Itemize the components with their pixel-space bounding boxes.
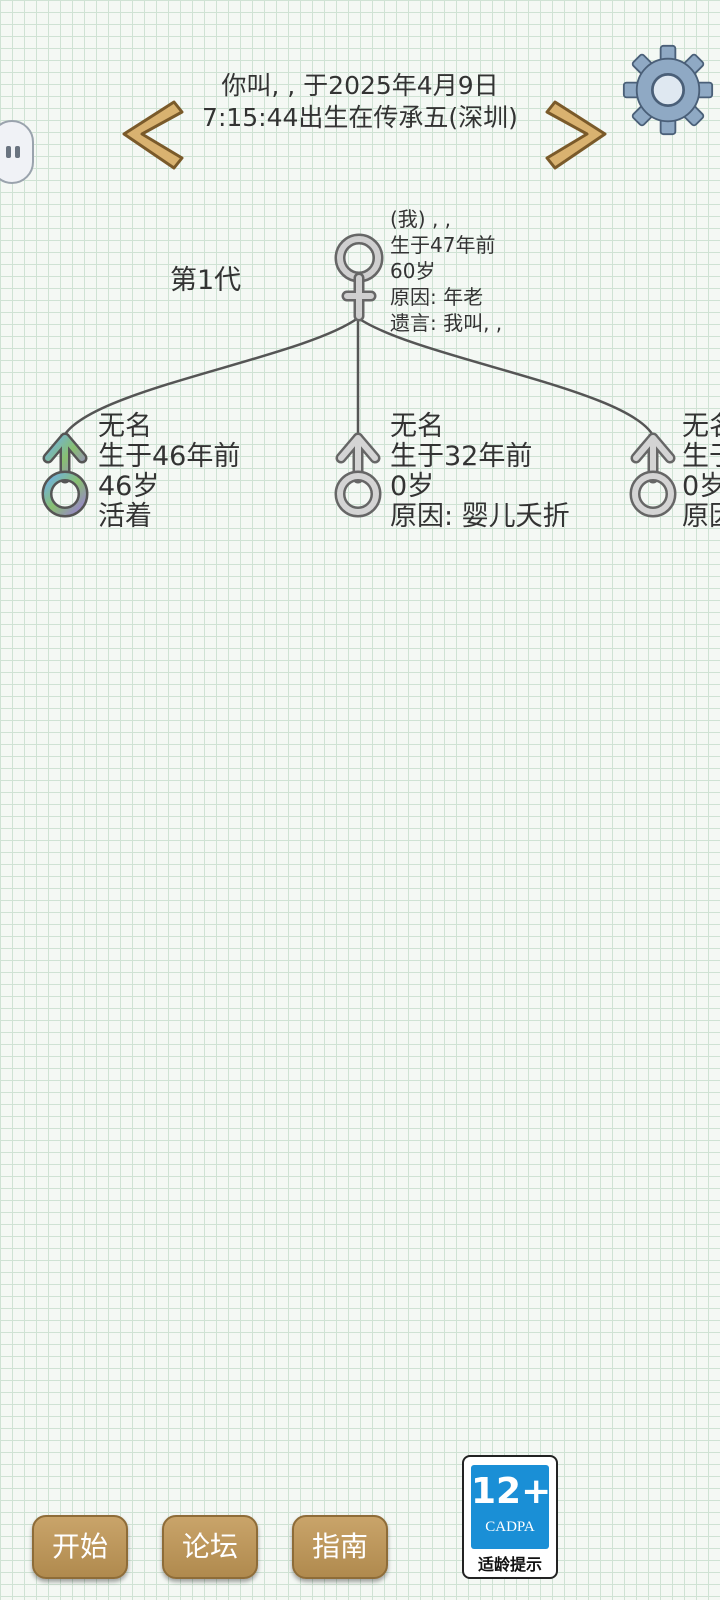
child-status: 活着 xyxy=(98,501,152,532)
birth-info-line1: 你叫, , 于2025年4月9日 xyxy=(221,71,499,100)
start-button[interactable]: 开始 xyxy=(32,1515,128,1579)
child-name: 无名 xyxy=(390,411,444,442)
forum-button[interactable]: 论坛 xyxy=(162,1515,258,1579)
birth-info-line2: 7:15:44出生在传承五(深圳) xyxy=(202,103,518,132)
child-age: 0岁 xyxy=(390,471,435,502)
child-born: 生于 xyxy=(682,441,720,472)
guide-button[interactable]: 指南 xyxy=(292,1515,388,1579)
root-info: (我) , , 生于47年前 60岁 原因: 年老 遗言: 我叫, , xyxy=(390,206,502,336)
root-born: 生于47年前 xyxy=(390,233,496,257)
root-last-words: 遗言: 我叫, , xyxy=(390,311,503,335)
age-rating-panel: 12+ CADPA xyxy=(471,1465,552,1549)
male-symbol-icon[interactable] xyxy=(36,432,94,524)
child-age: 0岁 xyxy=(682,471,720,502)
child-info: 无名 生于46年前 46岁 活着 xyxy=(98,412,240,532)
age-rating-tip: 适龄提示 xyxy=(477,1555,542,1574)
male-symbol-icon[interactable] xyxy=(329,432,387,524)
child-name: 无名 xyxy=(98,411,152,442)
male-symbol-icon[interactable] xyxy=(624,432,682,524)
child-age: 46岁 xyxy=(98,471,160,502)
age-rating-badge[interactable]: 12+ CADPA 适龄提示 xyxy=(462,1455,558,1579)
root-cause: 原因: 年老 xyxy=(390,285,484,309)
child-name: 无名 xyxy=(682,412,720,442)
age-rating-org: CADPA xyxy=(485,1519,535,1535)
birth-info: 你叫, , 于2025年4月9日 7:15:44出生在传承五(深圳) xyxy=(150,70,570,134)
pause-icon[interactable] xyxy=(0,120,34,184)
child-born: 生于46年前 xyxy=(98,441,241,472)
female-symbol-icon[interactable] xyxy=(330,230,388,322)
root-age: 60岁 xyxy=(390,259,436,283)
child-info: 无名 生于32年前 0岁 原因: 婴儿夭折 xyxy=(390,412,570,532)
child-status: 原因: xyxy=(682,501,720,532)
root-name: (我) , , xyxy=(390,207,452,231)
chevron-right-icon[interactable] xyxy=(533,98,613,178)
child-status: 原因: 婴儿夭折 xyxy=(390,501,570,532)
gear-icon[interactable] xyxy=(622,44,714,136)
age-rating-number: 12+ xyxy=(471,1471,552,1512)
child-info: 无名 生于 0岁 原因: xyxy=(682,412,720,532)
child-born: 生于32年前 xyxy=(390,441,533,472)
generation-label: 第1代 xyxy=(170,265,242,296)
